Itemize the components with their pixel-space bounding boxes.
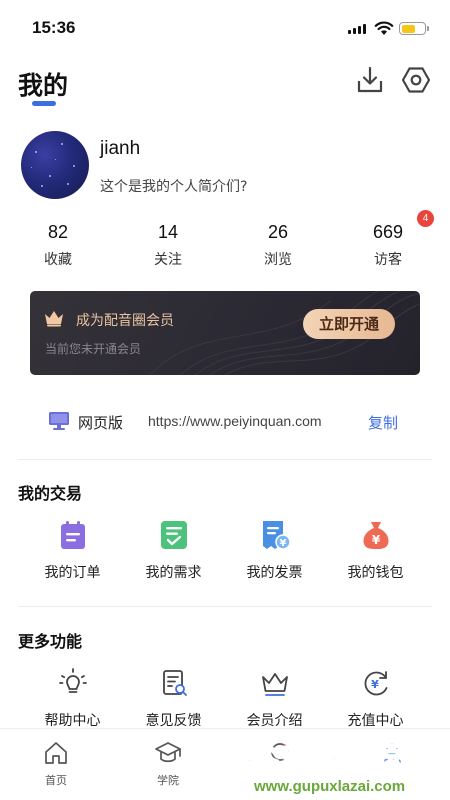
web-version-row: 网页版 https://www.peiyinquan.com 复制: [0, 400, 450, 444]
section-title-trade: 我的交易: [18, 484, 83, 503]
copy-url-button[interactable]: 复制: [368, 412, 398, 433]
watermark: 谷普软件园 www.gupuxlazai.com: [245, 734, 450, 800]
divider: [18, 606, 432, 607]
monitor-icon: [49, 412, 69, 430]
recharge-center-button[interactable]: ¥ 充值中心: [325, 666, 426, 730]
stat-following[interactable]: 14 关注: [113, 222, 223, 280]
help-center-button[interactable]: 帮助中心: [22, 666, 123, 730]
my-invoices-button[interactable]: ¥ 我的发票: [224, 518, 325, 582]
avatar[interactable]: [21, 131, 89, 199]
graduation-cap-icon: [155, 742, 181, 763]
wallet-icon: ¥: [362, 522, 389, 549]
tab-label: 首页: [45, 774, 67, 787]
web-version-label: 网页版: [78, 414, 124, 432]
web-url: https://www.peiyinquan.com: [148, 413, 322, 429]
trade-grid: 我的订单 我的需求 ¥ 我的发票 ¥ 我的钱包: [0, 518, 450, 582]
grid-label: 意见反馈: [145, 713, 202, 729]
grid-label: 会员介绍: [246, 713, 303, 729]
recharge-icon: ¥: [364, 671, 387, 696]
username: jianh: [100, 138, 141, 159]
visitor-badge: 4: [417, 210, 434, 227]
settings-hexagon-icon[interactable]: [400, 64, 432, 96]
home-icon: [45, 742, 67, 764]
grid-label: 我的需求: [145, 565, 202, 581]
stat-label: 访客: [374, 252, 402, 268]
tab-label: 学院: [157, 774, 179, 787]
status-bar: 15:36: [0, 0, 450, 56]
stat-visitors[interactable]: 4 669 访客: [333, 210, 443, 280]
open-membership-button[interactable]: 立即开通: [303, 309, 395, 339]
grid-label: 帮助中心: [44, 713, 101, 729]
svg-text:¥: ¥: [371, 678, 379, 691]
svg-text:¥: ¥: [371, 533, 380, 547]
stat-label: 收藏: [44, 252, 72, 268]
vip-title: 成为配音圈会员: [76, 313, 174, 329]
my-orders-button[interactable]: 我的订单: [22, 518, 123, 582]
wifi-icon: [374, 21, 394, 35]
stats-row: 82 收藏 14 关注 26 浏览 4 669 访客: [0, 210, 450, 280]
stat-favorites[interactable]: 82 收藏: [3, 222, 113, 280]
grid-label: 我的钱包: [347, 565, 404, 581]
divider: [18, 459, 432, 460]
profile-section[interactable]: jianh 这个是我的个人简介们?: [0, 128, 450, 203]
cellular-signal-icon: [348, 24, 366, 34]
stat-value: 26: [267, 222, 289, 242]
tab-home[interactable]: 首页: [0, 729, 112, 800]
status-time: 15:36: [32, 18, 76, 37]
stat-label: 浏览: [264, 252, 292, 268]
order-icon: [60, 521, 85, 549]
title-indicator: [32, 101, 56, 106]
crown-outline-icon: [261, 673, 288, 696]
my-wallet-button[interactable]: ¥ 我的钱包: [325, 518, 426, 582]
crown-icon: [45, 311, 63, 327]
vip-subtitle: 当前您未开通会员: [45, 342, 142, 356]
download-icon[interactable]: [354, 64, 386, 96]
feedback-icon: [162, 670, 187, 696]
grid-label: 我的订单: [44, 565, 101, 581]
feedback-button[interactable]: 意见反馈: [123, 666, 224, 730]
stat-value: 14: [157, 222, 179, 242]
grid-label: 充值中心: [347, 713, 404, 729]
membership-intro-button[interactable]: 会员介绍: [224, 666, 325, 730]
tab-academy[interactable]: 学院: [112, 729, 224, 800]
watermark-url: www.gupuxlazai.com: [254, 778, 406, 795]
stat-label: 关注: [154, 252, 182, 268]
my-demands-button[interactable]: 我的需求: [123, 518, 224, 582]
more-grid: 帮助中心 意见反馈 会员介绍 ¥ 充值中心: [0, 666, 450, 730]
page-title: 我的: [18, 71, 69, 100]
user-bio: 这个是我的个人简介们?: [100, 179, 248, 195]
watermark-text: 谷普软件园: [245, 739, 412, 779]
page-header: 我的: [0, 56, 450, 112]
invoice-icon: ¥: [262, 521, 291, 550]
svg-text:¥: ¥: [279, 538, 286, 549]
stat-value: 82: [47, 222, 69, 242]
section-title-more: 更多功能: [18, 632, 83, 651]
grid-label: 我的发票: [246, 565, 303, 581]
demand-icon: [160, 521, 187, 549]
battery-icon: [399, 22, 429, 35]
vip-membership-card[interactable]: 成为配音圈会员 当前您未开通会员 立即开通: [30, 291, 420, 375]
stat-views[interactable]: 26 浏览: [223, 222, 333, 280]
bulb-icon: [58, 668, 87, 693]
